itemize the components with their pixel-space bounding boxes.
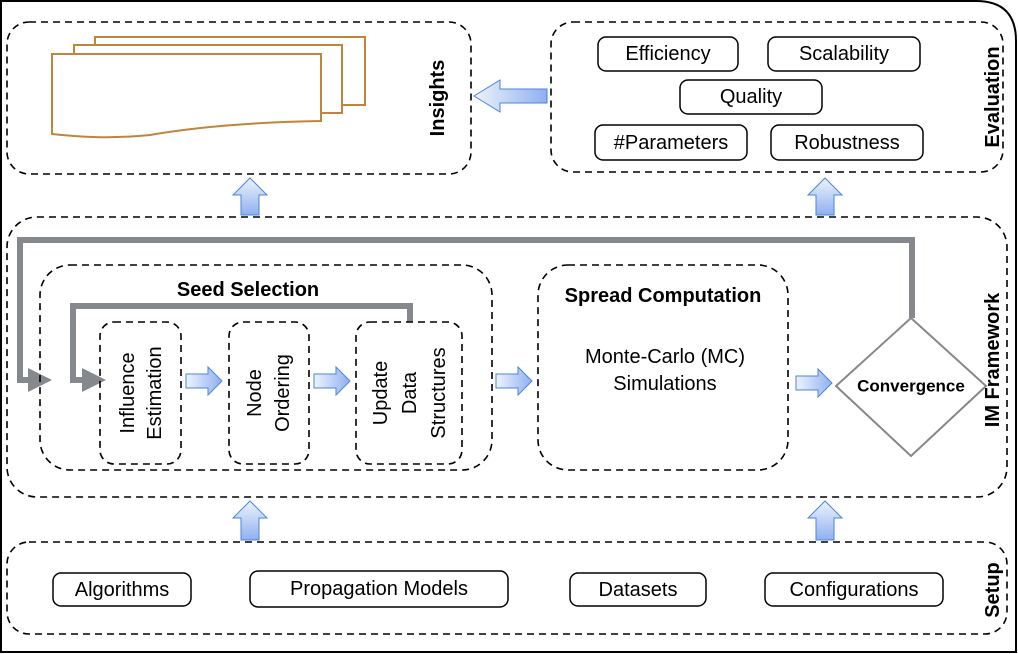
im-framework-diagram: Insights Efficiency Scalability Quality … xyxy=(0,0,1017,653)
arrow-right-icon xyxy=(313,365,351,397)
svg-text:Propagation Models: Propagation Models xyxy=(290,578,468,600)
setup-item: Configurations xyxy=(764,572,944,607)
svg-text:Node: Node xyxy=(244,369,266,417)
svg-text:#Parameters: #Parameters xyxy=(614,132,729,154)
setup-item: Datasets xyxy=(569,572,707,607)
svg-text:Datasets: Datasets xyxy=(599,579,678,601)
svg-text:Structures: Structures xyxy=(428,347,450,438)
documents-icon xyxy=(51,36,366,139)
insights-label: Insights xyxy=(427,60,449,137)
arrow-left-icon xyxy=(473,79,548,113)
svg-text:Estimation: Estimation xyxy=(144,346,166,439)
svg-text:Algorithms: Algorithms xyxy=(75,579,169,601)
svg-text:Robustness: Robustness xyxy=(794,132,900,154)
evaluation-item: Scalability xyxy=(767,36,921,72)
arrow-up-icon xyxy=(231,177,269,216)
svg-text:Influence: Influence xyxy=(117,352,139,433)
evaluation-item: #Parameters xyxy=(594,124,748,161)
setup-item: Algorithms xyxy=(52,572,192,607)
spread-computation-title: Spread Computation xyxy=(565,285,762,307)
spread-text: Monte-Carlo (MC) xyxy=(585,346,745,368)
arrow-right-icon xyxy=(495,365,533,397)
seed-selection-title: Seed Selection xyxy=(177,279,319,301)
evaluation-item: Robustness xyxy=(770,124,924,161)
svg-text:Quality: Quality xyxy=(720,86,782,108)
step-influence-estimation: Influence Estimation xyxy=(99,321,182,465)
setup-item: Propagation Models xyxy=(249,570,509,608)
setup-label: Setup xyxy=(982,562,1004,618)
step-update-data-structures: Update Data Structures xyxy=(355,321,463,465)
arrow-right-icon xyxy=(185,365,223,397)
evaluation-item: Efficiency xyxy=(597,36,739,72)
svg-text:Scalability: Scalability xyxy=(799,43,889,65)
evaluation-label: Evaluation xyxy=(982,46,1004,147)
evaluation-item: Quality xyxy=(679,79,823,115)
arrow-up-icon xyxy=(806,500,844,541)
step-node-ordering: Node Ordering xyxy=(228,321,310,465)
svg-text:Ordering: Ordering xyxy=(272,354,294,432)
spread-text: Simulations xyxy=(613,373,716,395)
svg-text:Update: Update xyxy=(370,361,392,426)
arrow-up-icon xyxy=(231,500,269,541)
convergence-label: Convergence xyxy=(857,377,965,396)
svg-text:Data: Data xyxy=(399,371,421,414)
arrow-up-icon xyxy=(806,177,844,216)
svg-text:Efficiency: Efficiency xyxy=(625,43,710,65)
arrow-right-icon xyxy=(795,367,833,399)
svg-text:Configurations: Configurations xyxy=(790,579,919,601)
im-framework-label: IM Framework xyxy=(982,292,1004,427)
